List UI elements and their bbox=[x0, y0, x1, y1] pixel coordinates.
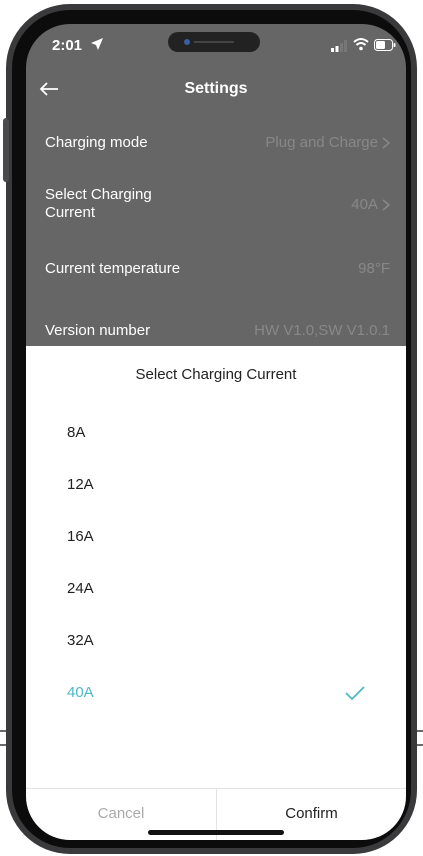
setting-value: Plug and Charge bbox=[265, 134, 378, 151]
option-16a[interactable]: 16A bbox=[26, 512, 406, 564]
setting-label: Version number bbox=[45, 322, 151, 339]
camera-dot bbox=[184, 39, 190, 45]
chevron-right-icon bbox=[382, 198, 390, 211]
page-title: Settings bbox=[184, 80, 248, 97]
option-8a[interactable]: 8A bbox=[26, 408, 406, 460]
status-time: 2:01 bbox=[52, 37, 83, 54]
camera-notch bbox=[168, 32, 260, 52]
checkmark-icon bbox=[345, 686, 365, 701]
phone-side-button bbox=[3, 118, 9, 182]
option-40a[interactable]: 40A bbox=[26, 668, 406, 720]
option-label: 16A bbox=[67, 528, 94, 545]
setting-row-temperature: Current temperature 98°F bbox=[26, 258, 406, 282]
battery-icon bbox=[374, 39, 396, 51]
option-32a[interactable]: 32A bbox=[26, 616, 406, 668]
option-24a[interactable]: 24A bbox=[26, 564, 406, 616]
status-bar: 2:01 bbox=[26, 24, 406, 68]
phone-screen: 2:01 Settings Charging mode Plug and Cha… bbox=[26, 24, 406, 840]
setting-value: HW V1.0,SW V1.0.1 bbox=[254, 322, 390, 339]
setting-label-line: Current bbox=[45, 204, 96, 221]
setting-label: Current temperature bbox=[45, 260, 181, 277]
speaker-grille bbox=[194, 41, 234, 43]
wifi-icon bbox=[353, 38, 369, 51]
option-12a[interactable]: 12A bbox=[26, 460, 406, 512]
frame-line bbox=[417, 730, 423, 732]
setting-value-wrap: 40A bbox=[351, 196, 390, 213]
location-arrow-icon bbox=[91, 38, 103, 50]
sheet-title: Select Charging Current bbox=[135, 366, 297, 383]
option-label: 24A bbox=[67, 580, 94, 597]
option-label: 8A bbox=[67, 424, 86, 441]
option-label: 12A bbox=[67, 476, 94, 493]
frame-line bbox=[417, 744, 423, 746]
setting-row-charging-current[interactable]: Select Charging Current 40A bbox=[26, 184, 406, 226]
charging-current-sheet: Select Charging Current 8A 12A 16A 24A 3… bbox=[26, 346, 406, 840]
frame-line bbox=[0, 730, 6, 732]
setting-row-version: Version number HW V1.0,SW V1.0.1 bbox=[26, 320, 406, 344]
option-label: 32A bbox=[67, 632, 94, 649]
setting-label-line: Select Charging bbox=[45, 186, 152, 203]
header: Settings bbox=[26, 76, 406, 106]
signal-icon bbox=[331, 40, 347, 52]
setting-row-charging-mode[interactable]: Charging mode Plug and Charge bbox=[26, 132, 406, 156]
setting-value: 40A bbox=[351, 196, 378, 213]
home-indicator[interactable] bbox=[148, 830, 284, 835]
setting-label: Charging mode bbox=[45, 134, 148, 151]
option-label: 40A bbox=[67, 684, 94, 701]
frame-line bbox=[0, 744, 6, 746]
chevron-right-icon bbox=[382, 136, 390, 149]
setting-value-wrap: Plug and Charge bbox=[265, 134, 390, 151]
setting-value: 98°F bbox=[358, 260, 390, 277]
